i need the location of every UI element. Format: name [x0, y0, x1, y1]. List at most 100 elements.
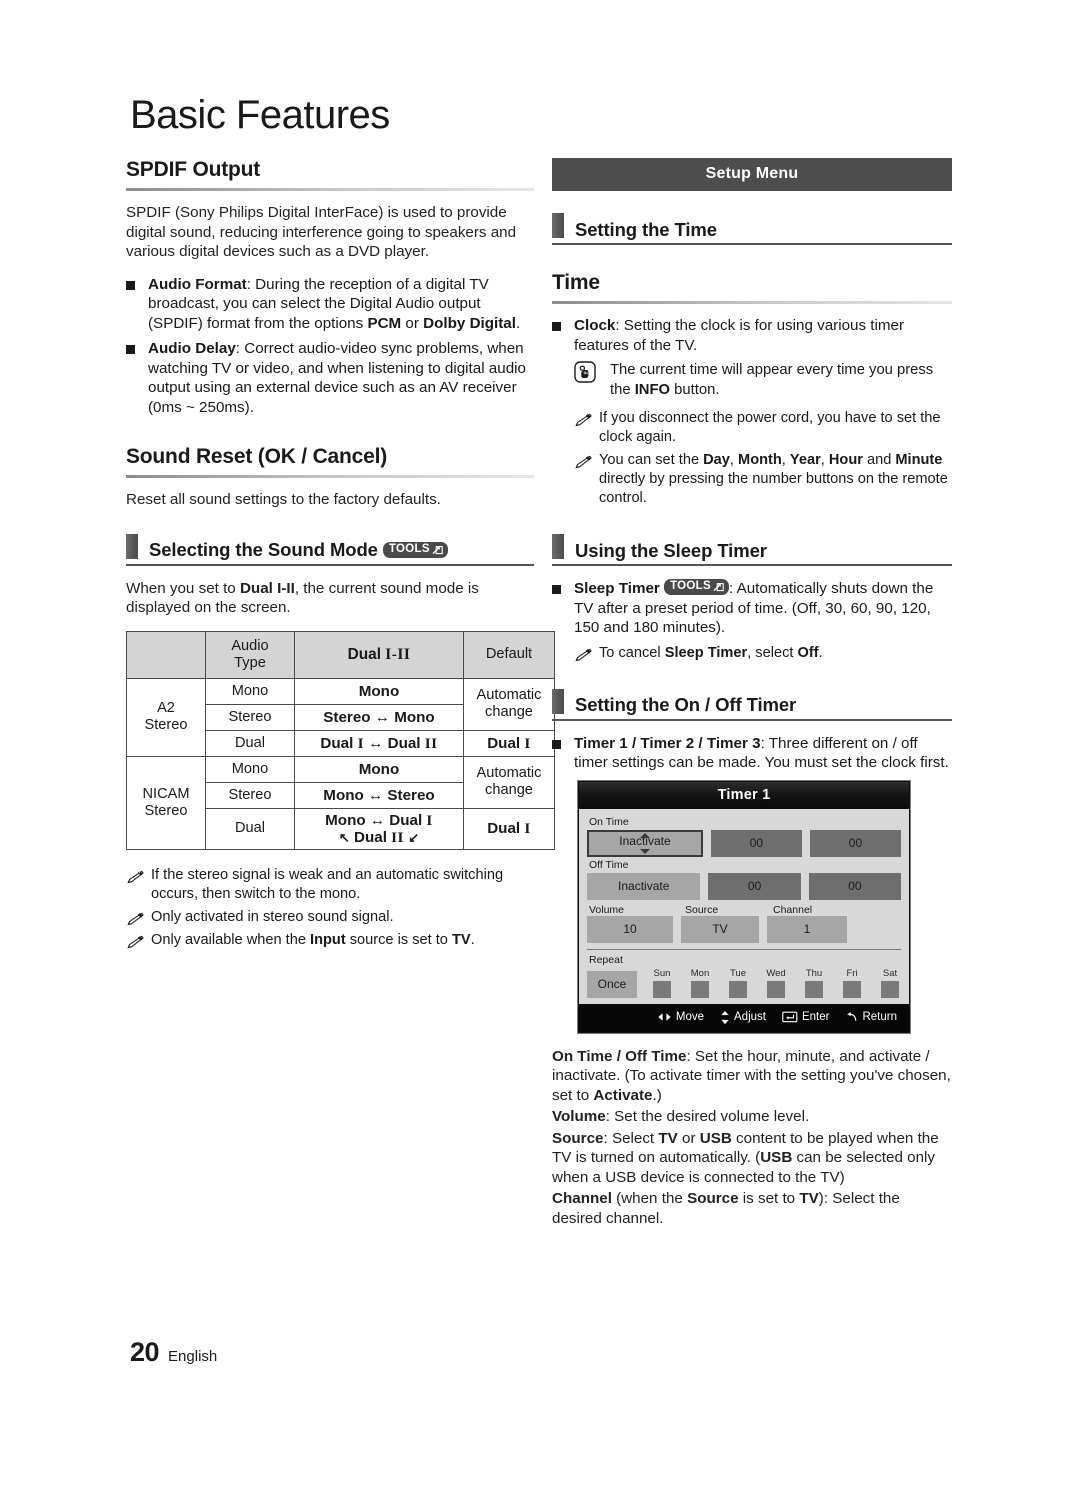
- osd-channel-field[interactable]: 1: [767, 915, 847, 943]
- day-checkbox[interactable]: [691, 980, 709, 998]
- square-bullet-icon: [126, 345, 135, 355]
- setup-menu-banner: Setup Menu: [552, 158, 952, 191]
- day-label: Fri: [846, 967, 858, 979]
- bullet-audio-format: Audio Format: During the reception of a …: [126, 275, 534, 334]
- note-bold-tv: TV: [451, 931, 471, 948]
- osd-day-sat[interactable]: Sat: [879, 968, 901, 998]
- cell-audio-type: Stereo: [205, 781, 295, 809]
- osd-hint-adjust: Adjust: [720, 1010, 766, 1025]
- osd-day-mon[interactable]: Mon: [689, 968, 711, 998]
- osd-label-channel: Channel: [773, 903, 813, 916]
- divider: [552, 564, 952, 567]
- cell-default: Dual I: [463, 807, 555, 850]
- day-checkbox[interactable]: [729, 980, 747, 998]
- note-day-month-year: You can set the Day, Month, Year, Hour a…: [574, 451, 952, 508]
- note-power-cord: If you disconnect the power cord, you ha…: [574, 409, 952, 447]
- day-checkbox[interactable]: [653, 980, 671, 998]
- cell-dual: Mono: [294, 755, 464, 783]
- osd-label-source: Source: [685, 903, 719, 916]
- divider: [552, 718, 952, 721]
- osd-hint-enter: Enter: [782, 1011, 830, 1024]
- osd-day-fri[interactable]: Fri: [841, 968, 863, 998]
- day-checkbox[interactable]: [881, 980, 899, 998]
- desc-source: Source: Select TV or USB content to be p…: [552, 1129, 952, 1188]
- pencil-note-icon: [574, 413, 592, 427]
- note-part: ,: [820, 452, 829, 469]
- osd-day-thu[interactable]: Thu: [803, 968, 825, 998]
- osd-day-wed[interactable]: Wed: [765, 968, 787, 998]
- desc-term: Volume: [552, 1108, 606, 1126]
- day-checkbox[interactable]: [767, 980, 785, 998]
- tools-badge[interactable]: TOOLS: [382, 542, 448, 558]
- osd-off-time-minute-field[interactable]: 00: [808, 872, 901, 900]
- cell-dual: Dual I ↔ Dual II: [294, 729, 464, 757]
- note-bold-hour: Hour: [828, 452, 863, 469]
- desc-part: (when the: [611, 1190, 688, 1208]
- pencil-note-icon: [126, 935, 144, 949]
- osd-on-time-hour-field[interactable]: 00: [710, 829, 802, 857]
- note-text: If you disconnect the power cord, you ha…: [599, 410, 941, 446]
- intro-bold: Dual I-II: [239, 579, 295, 597]
- bullet-tail: .: [515, 314, 521, 332]
- page-number: 20: [130, 1337, 160, 1367]
- heading-label: Selecting the Sound Mode: [149, 539, 378, 561]
- osd-divider: [587, 948, 901, 950]
- osd-day-tue[interactable]: Tue: [727, 968, 749, 998]
- osd-off-time-hour-field[interactable]: 00: [708, 872, 801, 900]
- heading-setting-on-off-timer: Setting the On / Off Timer: [552, 688, 952, 715]
- spdif-intro-text: SPDIF (Sony Philips Digital InterFace) i…: [126, 204, 517, 261]
- note-bold-input: Input: [310, 931, 346, 948]
- note-bold-day: Day: [703, 452, 730, 469]
- desc-bold-usb2: USB: [760, 1149, 793, 1167]
- group-label-nicam-stereo: NICAM Stereo: [126, 755, 206, 850]
- desc-term: On Time / Off Time: [552, 1047, 687, 1065]
- caret-down-icon: [639, 848, 650, 854]
- cell-default: Automatic change: [463, 755, 555, 809]
- osd-volume-field[interactable]: 10: [587, 915, 673, 943]
- osd-day-sun[interactable]: Sun: [651, 968, 673, 998]
- heading-using-sleep-timer: Using the Sleep Timer: [552, 534, 952, 560]
- group-label-a2-stereo: A2 Stereo: [126, 677, 206, 757]
- day-label: Thu: [805, 967, 823, 979]
- bullet-term: Timer 1 / Timer 2 / Timer 3: [574, 734, 761, 752]
- table-row: A2 Stereo Mono Mono Automatic change: [126, 677, 555, 757]
- day-checkbox[interactable]: [843, 980, 861, 998]
- day-label: Sun: [653, 967, 671, 979]
- osd-on-time-minute-field[interactable]: 00: [809, 829, 901, 857]
- day-label: Mon: [690, 967, 710, 979]
- note-text: If the stereo signal is weak and an auto…: [151, 866, 504, 902]
- square-bullet-icon: [126, 280, 135, 290]
- divider: [126, 475, 534, 479]
- press-note-info: The current time will appear every time …: [574, 361, 952, 400]
- tools-badge[interactable]: TOOLS: [664, 579, 729, 595]
- desc-bold-tv: TV: [799, 1190, 819, 1208]
- desc-channel: Channel (when the Source is set to TV): …: [552, 1189, 952, 1228]
- osd-on-time-state-field[interactable]: Inactivate: [587, 829, 703, 857]
- desc-volume: Volume: Set the desired volume level.: [552, 1107, 952, 1127]
- table-header-blank: [126, 630, 206, 679]
- bullet-term: Sleep Timer: [574, 580, 660, 598]
- sound-mode-intro: When you set to Dual I-II, the current s…: [126, 579, 534, 618]
- osd-label-on-time: On Time: [589, 815, 629, 828]
- osd-day-checkboxes: Sun Mon Tue Wed Thu Fri Sat: [651, 968, 901, 998]
- note-bold-minute: Minute: [895, 452, 943, 469]
- cell-dual: Mono ↔ Dual I ↖ Dual II ↙: [294, 807, 464, 850]
- day-checkbox[interactable]: [805, 980, 823, 998]
- table-row: NICAM Stereo Mono Mono Automatic change: [126, 755, 555, 850]
- osd-source-field[interactable]: TV: [681, 915, 759, 943]
- divider: [552, 301, 952, 305]
- enter-key-icon: [782, 1011, 798, 1023]
- osd-repeat-field[interactable]: Once: [587, 970, 637, 998]
- hint-label: Enter: [801, 1011, 830, 1024]
- osd-off-time-state-field[interactable]: Inactivate: [587, 872, 701, 900]
- desc-term: Channel: [552, 1190, 612, 1208]
- desc-bold-source: Source: [687, 1190, 739, 1208]
- heading-bar-marker: [126, 533, 138, 559]
- note-bold-info: INFO: [634, 381, 671, 398]
- day-label: Sat: [882, 967, 898, 979]
- osd-label-volume: Volume: [589, 903, 625, 916]
- note-input-tv: Only available when the Input source is …: [126, 931, 534, 950]
- cell-audio-type: Dual: [205, 807, 295, 850]
- bullet-bold-pcm: PCM: [367, 314, 402, 332]
- table-header-dual: Dual I-II: [294, 630, 464, 679]
